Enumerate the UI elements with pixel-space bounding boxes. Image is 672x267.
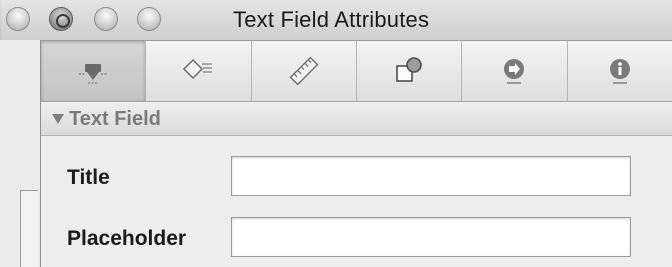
inspector-panel: Text Field Attributes Text Field Title P… xyxy=(1,0,672,267)
inspector-effects-icon xyxy=(183,58,213,80)
section-header-text-field[interactable]: Text Field xyxy=(41,102,672,136)
disclosure-triangle-icon[interactable] xyxy=(52,114,64,124)
inspector-toolbar xyxy=(41,40,672,102)
zoom-button[interactable] xyxy=(137,7,161,31)
attributes-form: Title Placeholder xyxy=(41,136,672,267)
window-title: Text Field Attributes xyxy=(233,7,430,32)
placeholder-field[interactable] xyxy=(231,217,631,257)
close-button[interactable] xyxy=(49,7,73,31)
titlebar: Text Field Attributes xyxy=(1,0,672,40)
placeholder-label: Placeholder xyxy=(67,227,187,250)
title-row: Title xyxy=(41,153,672,203)
tab-effects[interactable] xyxy=(146,41,252,101)
section-title: Text Field xyxy=(69,108,161,130)
inspector-size-ruler-icon xyxy=(289,56,319,86)
tab-identity[interactable] xyxy=(568,41,672,101)
placeholder-row: Placeholder xyxy=(41,214,672,264)
tab-connections[interactable] xyxy=(462,41,568,101)
minimize-button[interactable] xyxy=(94,7,118,31)
background-window-control xyxy=(20,190,38,267)
tab-bindings[interactable] xyxy=(357,41,463,101)
inspector-connections-arrow-icon xyxy=(504,59,525,84)
title-label: Title xyxy=(67,166,110,189)
tab-attributes[interactable] xyxy=(41,41,147,101)
title-field[interactable] xyxy=(231,156,631,196)
inspector-identity-info-icon xyxy=(610,59,631,84)
screen: Text Field Attributes Text Field Title P… xyxy=(0,0,672,267)
inspector-bindings-icon xyxy=(396,57,422,82)
tab-size[interactable] xyxy=(252,41,357,101)
inspector-attributes-icon xyxy=(79,64,108,84)
background-window-button-icon[interactable] xyxy=(6,7,30,31)
